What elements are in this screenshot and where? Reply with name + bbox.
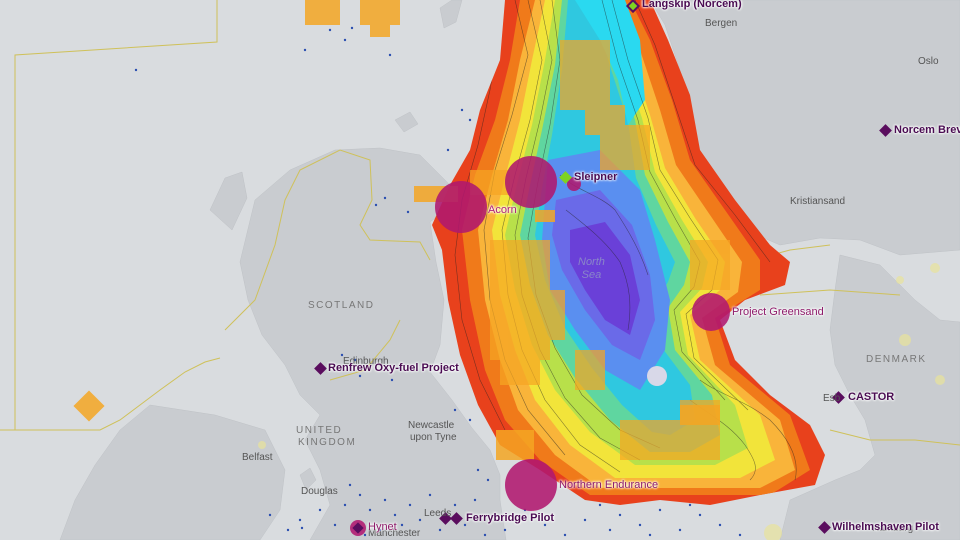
- project-hynet[interactable]: Hynet: [368, 521, 397, 533]
- project-ferrybridge[interactable]: Ferrybridge Pilot: [466, 512, 554, 524]
- label-oslo: Oslo: [918, 56, 939, 67]
- project-norcem[interactable]: Norcem Brevik: [894, 124, 960, 136]
- project-acorn[interactable]: Acorn: [488, 204, 517, 216]
- project-greensand[interactable]: Project Greensand: [732, 306, 824, 318]
- label-belfast: Belfast: [242, 452, 273, 463]
- map-view[interactable]: Bergen Oslo Kristiansand Edinburgh Newca…: [0, 0, 960, 540]
- project-wilhelmshaven[interactable]: Wilhelmshaven Pilot: [832, 521, 939, 533]
- project-langskip[interactable]: Langskip (Norcem): [642, 0, 742, 10]
- sea-label-line2: Sea: [581, 269, 602, 281]
- label-kristiansand: Kristiansand: [790, 196, 846, 207]
- site-sleipner-circle[interactable]: [505, 156, 557, 208]
- project-northern-endurance[interactable]: Northern Endurance: [559, 479, 658, 491]
- label-united: UNITED: [296, 425, 343, 436]
- project-castor[interactable]: CASTOR: [848, 391, 894, 403]
- site-greensand-circle[interactable]: [692, 293, 730, 331]
- label-north-sea: North Sea: [578, 256, 605, 282]
- project-renfrew[interactable]: Renfrew Oxy-fuel Project: [328, 362, 459, 374]
- label-esbjerg: Esb: [823, 393, 841, 404]
- shallow-marker: [647, 366, 667, 386]
- label-leeds: Leeds: [424, 508, 452, 519]
- label-bergen: Bergen: [705, 18, 738, 29]
- site-acorn-circle[interactable]: [435, 181, 487, 233]
- label-kingdom: KINGDOM: [298, 437, 357, 448]
- label-denmark: DENMARK: [866, 354, 927, 365]
- label-newcastle-1: Newcastle: [408, 420, 455, 431]
- label-scotland: SCOTLAND: [308, 300, 375, 311]
- label-newcastle-2: upon Tyne: [410, 432, 457, 443]
- project-sleipner[interactable]: Sleipner: [574, 171, 617, 183]
- site-northern-endurance-circle[interactable]: [505, 459, 557, 511]
- label-douglas: Douglas: [301, 486, 338, 497]
- map-canvas[interactable]: [0, 0, 960, 540]
- sea-label-line1: North: [578, 256, 605, 268]
